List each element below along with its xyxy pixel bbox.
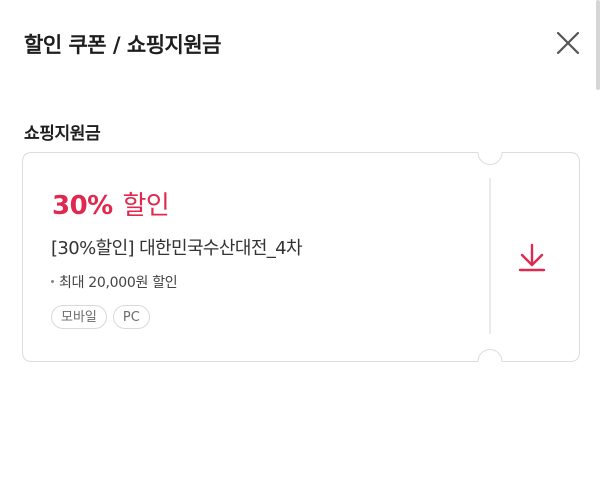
coupon-sheet: 할인 쿠폰 / 쇼핑지원금 쇼핑지원금 30% 할인 [30%할인] 대한민국수… xyxy=(0,0,600,499)
bullet-icon xyxy=(51,279,54,283)
tag-mobile: 모바일 xyxy=(51,305,107,329)
download-coupon-button[interactable] xyxy=(512,238,552,278)
close-icon xyxy=(556,31,580,55)
platform-tags: 모바일 PC xyxy=(51,305,150,329)
coupon-name: [30%할인] 대한민국수산대전_4차 xyxy=(51,238,303,259)
tag-pc: PC xyxy=(112,305,150,329)
coupon-rate-unit: 할인 xyxy=(122,191,170,221)
coupon-limit-text: 최대 20,000원 할인 xyxy=(59,275,178,291)
close-button[interactable] xyxy=(552,27,584,59)
page-title: 할인 쿠폰 / 쇼핑지원금 xyxy=(24,33,221,57)
download-icon xyxy=(518,243,546,272)
section-title: 쇼핑지원금 xyxy=(24,124,101,144)
coupon-rate: 30% xyxy=(52,191,113,221)
coupon-discount: 30% 할인 xyxy=(52,185,170,222)
coupon-card: 30% 할인 [30%할인] 대한민국수산대전_4차 최대 20,000원 할인… xyxy=(22,152,580,362)
scrollbar[interactable] xyxy=(596,0,600,90)
coupon-limit: 최대 20,000원 할인 xyxy=(51,272,178,292)
